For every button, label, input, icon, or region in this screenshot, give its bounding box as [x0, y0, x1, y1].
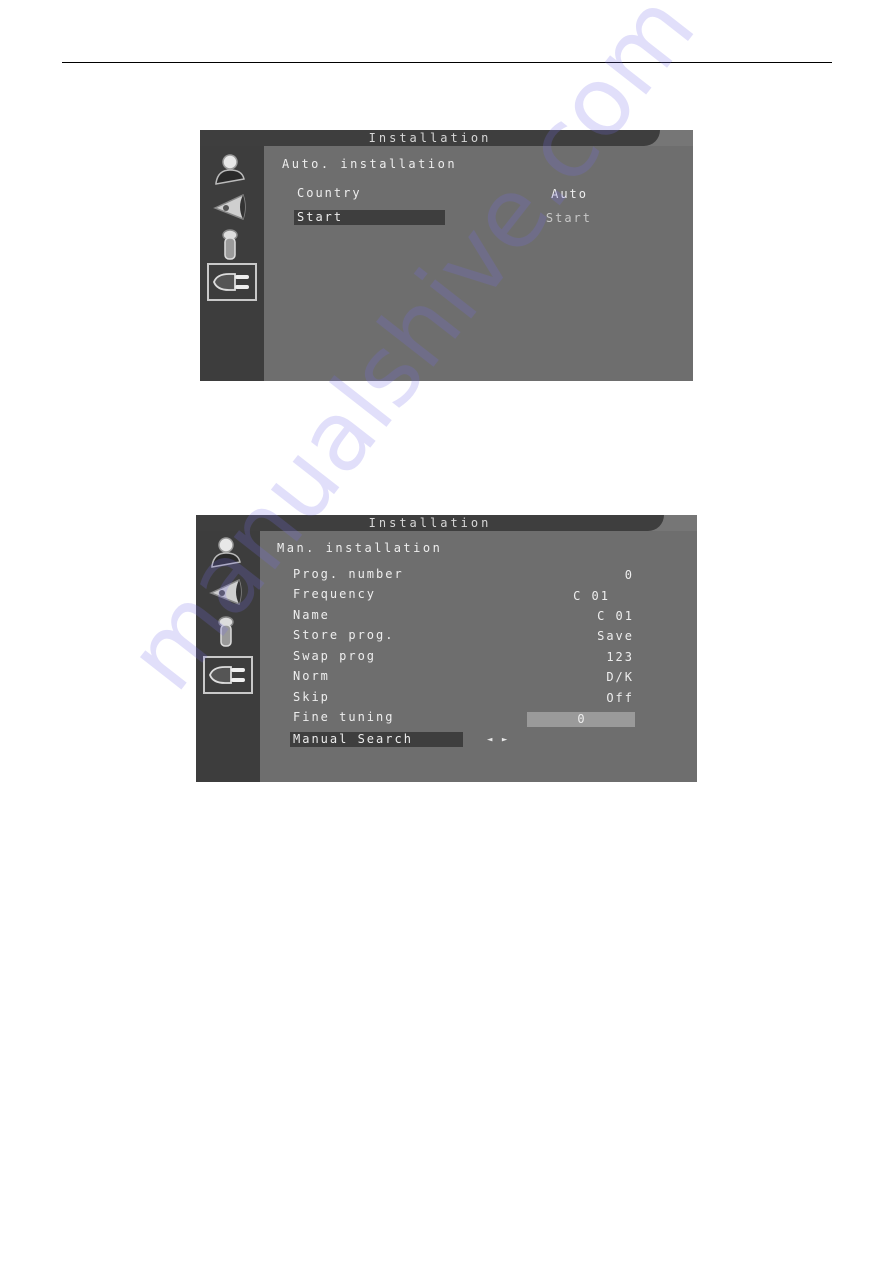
fine-tuning-slider[interactable]: 0: [527, 712, 635, 727]
prog-number-value[interactable]: 0: [556, 568, 634, 582]
osd-auto-installation: Installation Auto. installation Country …: [200, 130, 693, 381]
menu-item-skip[interactable]: Skip: [290, 690, 330, 704]
norm-value[interactable]: D/K: [556, 670, 634, 684]
remote-icon[interactable]: [210, 228, 250, 262]
plug-icon[interactable]: [203, 656, 253, 694]
plug-icon[interactable]: [207, 263, 257, 301]
menu-item-fine-tuning[interactable]: Fine tuning: [290, 710, 394, 724]
menu-item-frequency[interactable]: Frequency: [290, 587, 376, 601]
country-value[interactable]: Auto: [530, 187, 588, 201]
title-bar: Installation: [200, 130, 660, 146]
speaker-icon[interactable]: [210, 190, 250, 224]
left-right-arrows-icon[interactable]: ◄ ►: [487, 735, 509, 745]
title-bar: Installation: [196, 515, 664, 531]
speaker-icon[interactable]: [206, 575, 246, 609]
menu-item-country[interactable]: Country: [294, 186, 445, 202]
remote-icon[interactable]: [206, 615, 246, 649]
header-rule: [62, 62, 832, 63]
osd-manual-installation: Installation Man. installation Prog. num…: [196, 515, 697, 782]
frequency-value[interactable]: C 01: [536, 589, 610, 603]
menu-item-norm[interactable]: Norm: [290, 669, 330, 683]
section-title: Man. installation: [277, 541, 443, 555]
menu-title: Installation: [368, 516, 492, 530]
user-icon[interactable]: [210, 152, 250, 186]
menu-item-name[interactable]: Name: [290, 608, 330, 622]
menu-item-prog-number[interactable]: Prog. number: [290, 567, 404, 581]
menu-item-store-prog[interactable]: Store prog.: [290, 628, 394, 642]
start-value[interactable]: Start: [530, 211, 592, 225]
store-prog-value[interactable]: Save: [556, 629, 634, 643]
menu-title: Installation: [368, 131, 492, 145]
skip-value[interactable]: Off: [556, 691, 634, 705]
menu-item-start[interactable]: Start: [294, 210, 445, 225]
name-value[interactable]: C 01: [556, 609, 634, 623]
menu-item-swap-prog[interactable]: Swap prog: [290, 649, 376, 663]
user-icon[interactable]: [206, 535, 246, 569]
menu-item-manual-search[interactable]: Manual Search: [290, 732, 463, 747]
section-title: Auto. installation: [282, 157, 458, 171]
swap-prog-value[interactable]: 123: [556, 650, 634, 664]
